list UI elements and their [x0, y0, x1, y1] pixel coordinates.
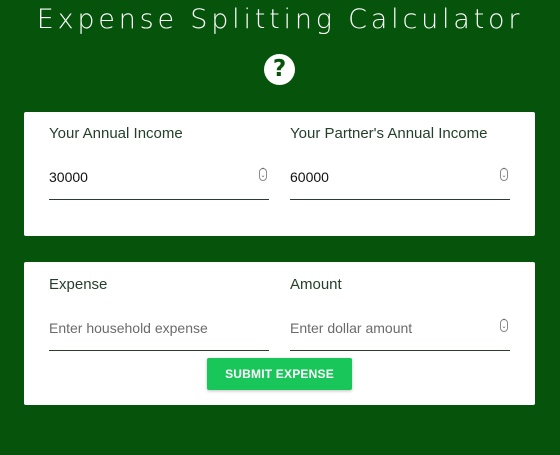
question-circle-icon[interactable]: ? — [264, 54, 295, 85]
your-income-input[interactable]: 30000 ⌃ ⌄ — [49, 153, 269, 200]
your-income-label: Your Annual Income — [49, 125, 183, 142]
number-spinner-icon[interactable]: ⌃ ⌄ — [500, 319, 508, 332]
number-spinner-icon[interactable]: ⌃ ⌄ — [500, 168, 508, 181]
number-spinner-icon[interactable]: ⌃ ⌄ — [259, 168, 267, 181]
partner-income-input[interactable]: 60000 ⌃ ⌄ — [290, 153, 510, 200]
your-income-value: 30000 — [49, 169, 88, 185]
expense-card: Expense Enter household expense Amount E… — [24, 262, 535, 405]
amount-label: Amount — [290, 276, 342, 293]
expense-placeholder: Enter household expense — [49, 320, 208, 336]
partner-income-label: Your Partner's Annual Income — [290, 125, 488, 142]
income-card: Your Annual Income 30000 ⌃ ⌄ Your Partner… — [24, 112, 535, 236]
amount-placeholder: Enter dollar amount — [290, 320, 413, 336]
expense-input[interactable]: Enter household expense — [49, 304, 269, 351]
amount-input[interactable]: Enter dollar amount ⌃ ⌄ — [290, 304, 510, 351]
expense-label: Expense — [49, 276, 108, 293]
partner-income-value: 60000 — [290, 169, 329, 185]
submit-expense-button[interactable]: SUBMIT EXPENSE — [207, 358, 352, 390]
page-title: Expense Splitting Calculator — [36, 4, 524, 35]
